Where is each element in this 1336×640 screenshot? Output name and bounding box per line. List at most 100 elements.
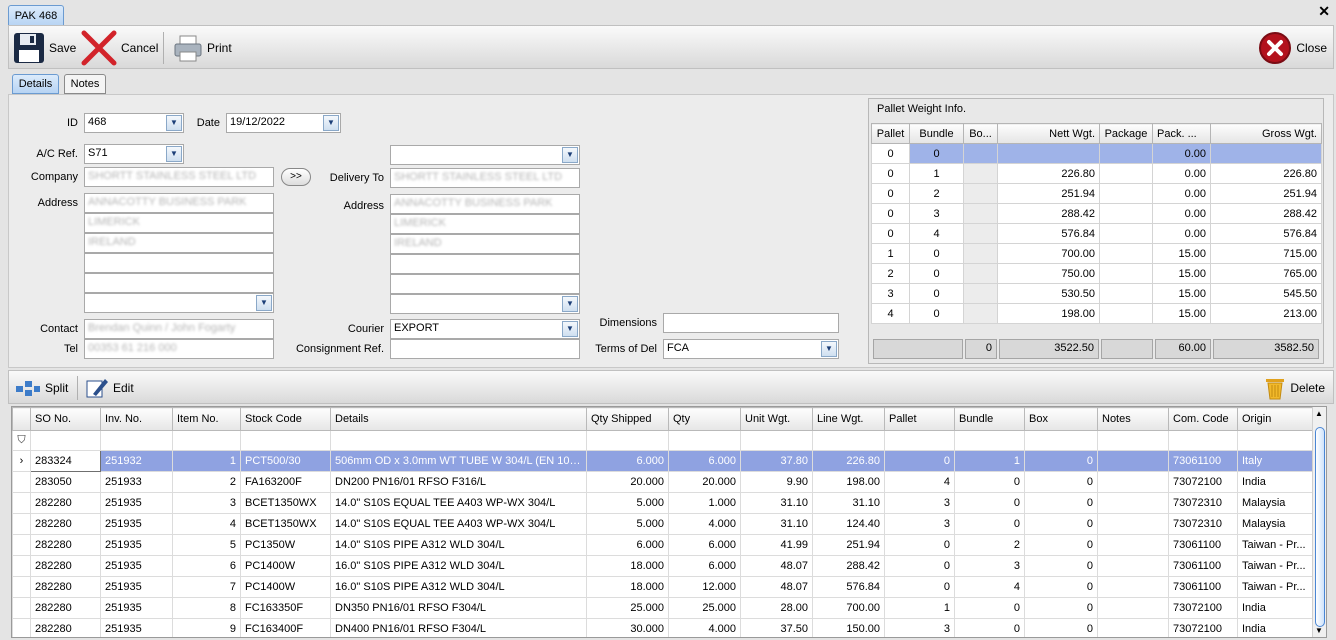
table-cell[interactable] [1097, 597, 1169, 619]
table-cell[interactable]: 282280 [30, 555, 101, 577]
window-tab[interactable]: PAK 468 [8, 5, 64, 26]
table-cell[interactable]: 0 [954, 513, 1025, 535]
table-cell[interactable]: 73061100 [1168, 534, 1238, 556]
address-line-1[interactable]: ANNACOTTY BUSINESS PARK [84, 193, 274, 213]
table-cell[interactable]: Malaysia [1237, 513, 1315, 535]
table-cell[interactable]: 251935 [100, 618, 173, 637]
table-cell[interactable]: DN400 PN16/01 RFSO F304/L [330, 618, 587, 637]
table-cell[interactable]: 198.00 [812, 471, 885, 493]
table-cell[interactable]: BCET1350WX [240, 492, 331, 514]
delivery-address-line-2[interactable]: LIMERICK [390, 214, 580, 234]
table-cell[interactable]: PC1400W [240, 555, 331, 577]
table-cell[interactable]: 1 [172, 450, 241, 472]
delivery-to-field[interactable]: SHORTT STAINLESS STEEL LTD [390, 168, 580, 188]
pw-col-header[interactable]: Bundle [909, 123, 964, 144]
table-cell[interactable]: 0 [1024, 534, 1098, 556]
address-line-4[interactable] [84, 253, 274, 273]
table-row[interactable]: › 283324 251932 1 PCT500/30 506mm OD x 3.0mm … [12, 450, 1315, 472]
table-row[interactable]: 282280 251935 4 BCET1350WX 14.0" S10S EQUAL … [12, 513, 1315, 535]
dimensions-field[interactable] [663, 313, 839, 333]
pw-row[interactable]: 0 3 288.42 0.00 288.42 [871, 203, 1322, 224]
pw-row[interactable]: 0 1 226.80 0.00 226.80 [871, 163, 1322, 184]
close-window-icon[interactable]: ✕ [1318, 3, 1330, 20]
contact-field[interactable]: Brendan Quinn / John Fogarty [84, 319, 274, 339]
row-indicator[interactable] [12, 513, 31, 535]
table-cell[interactable]: 8 [172, 597, 241, 619]
table-cell[interactable]: 282280 [30, 618, 101, 637]
filter-cell[interactable] [172, 430, 241, 451]
table-row[interactable]: 282280 251935 5 PC1350W 14.0" S10S PIPE A312… [12, 534, 1315, 556]
pw-col-header[interactable]: Gross Wgt. [1210, 123, 1322, 144]
table-cell[interactable]: 6.000 [668, 534, 741, 556]
table-cell[interactable]: Taiwan - Pr... [1237, 534, 1315, 556]
table-cell[interactable]: 37.50 [740, 618, 813, 637]
table-cell[interactable]: 73072310 [1168, 513, 1238, 535]
date-picker[interactable]: 19/12/2022 ▼ [226, 113, 341, 133]
table-cell[interactable]: 2 [954, 534, 1025, 556]
table-cell[interactable]: India [1237, 618, 1315, 637]
table-cell[interactable]: 6.000 [586, 534, 669, 556]
table-row[interactable]: 282280 251935 6 PC1400W 16.0" S10S PIPE A312… [12, 555, 1315, 577]
table-cell[interactable]: PC1350W [240, 534, 331, 556]
calendar-dropdown-icon[interactable]: ▼ [323, 115, 339, 131]
row-indicator[interactable] [12, 471, 31, 493]
table-cell[interactable]: 3 [172, 492, 241, 514]
row-indicator[interactable] [12, 555, 31, 577]
table-cell[interactable]: 73072310 [1168, 492, 1238, 514]
filter-cell[interactable] [1168, 430, 1238, 451]
grid-col-header[interactable]: Stock Code [240, 407, 331, 431]
table-cell[interactable]: 1 [954, 450, 1025, 472]
table-cell[interactable]: 31.10 [740, 513, 813, 535]
filter-cell[interactable] [1097, 430, 1169, 451]
table-cell[interactable]: 282280 [30, 492, 101, 514]
print-button[interactable]: Print [173, 26, 232, 70]
table-cell[interactable]: 73072100 [1168, 471, 1238, 493]
table-cell[interactable]: 4 [954, 576, 1025, 598]
pw-col-header[interactable]: Nett Wgt. [997, 123, 1100, 144]
tab-details[interactable]: Details [12, 74, 59, 94]
acref-select[interactable]: S71 ▼ [84, 144, 184, 164]
id-select[interactable]: 468 ▼ [84, 113, 184, 133]
grid-col-header[interactable]: Box [1024, 407, 1098, 431]
table-cell[interactable]: 4 [884, 471, 955, 493]
table-cell[interactable]: 0 [1024, 492, 1098, 514]
chevron-down-icon[interactable]: ▼ [256, 295, 272, 311]
address-country-select[interactable]: ▼ [84, 293, 274, 313]
table-cell[interactable]: FA163200F [240, 471, 331, 493]
table-cell[interactable]: 0 [884, 450, 955, 472]
table-cell[interactable]: PC1400W [240, 576, 331, 598]
table-cell[interactable]: 0 [1024, 555, 1098, 577]
table-row[interactable]: 282280 251935 9 FC163400F DN400 PN16/01 RFSO… [12, 618, 1315, 637]
table-cell[interactable]: 0 [1024, 471, 1098, 493]
chevron-down-icon[interactable]: ▼ [562, 296, 578, 312]
pw-col-header[interactable]: Package [1099, 123, 1153, 144]
table-cell[interactable]: 31.10 [812, 492, 885, 514]
delivery-country-select[interactable]: ▼ [390, 294, 580, 314]
table-cell[interactable] [1097, 471, 1169, 493]
scroll-thumb[interactable] [1315, 427, 1325, 627]
table-cell[interactable]: 700.00 [812, 597, 885, 619]
table-cell[interactable]: BCET1350WX [240, 513, 331, 535]
grid-col-header[interactable]: Inv. No. [100, 407, 173, 431]
table-cell[interactable]: 0 [1024, 513, 1098, 535]
table-cell[interactable]: 0 [884, 576, 955, 598]
table-cell[interactable]: FC163350F [240, 597, 331, 619]
table-cell[interactable]: 150.00 [812, 618, 885, 637]
filter-cell[interactable] [330, 430, 587, 451]
courier-select[interactable]: EXPORT ▼ [390, 319, 580, 339]
table-cell[interactable]: 4.000 [668, 513, 741, 535]
company-field[interactable]: SHORTT STAINLESS STEEL LTD [84, 167, 274, 187]
table-cell[interactable]: 251935 [100, 576, 173, 598]
table-row[interactable]: 282280 251935 8 FC163350F DN350 PN16/01 RFSO… [12, 597, 1315, 619]
table-cell[interactable]: 5.000 [586, 513, 669, 535]
table-cell[interactable]: 576.84 [812, 576, 885, 598]
table-cell[interactable]: 0 [954, 471, 1025, 493]
table-cell[interactable]: 6.000 [668, 555, 741, 577]
grid-col-header[interactable]: Pallet [884, 407, 955, 431]
filter-row[interactable]: ⛉ [12, 430, 1315, 451]
table-cell[interactable]: DN350 PN16/01 RFSO F304/L [330, 597, 587, 619]
table-cell[interactable]: 0 [954, 492, 1025, 514]
pw-col-header[interactable]: Pack. ... [1152, 123, 1211, 144]
row-indicator[interactable] [12, 618, 31, 637]
table-cell[interactable]: 282280 [30, 576, 101, 598]
